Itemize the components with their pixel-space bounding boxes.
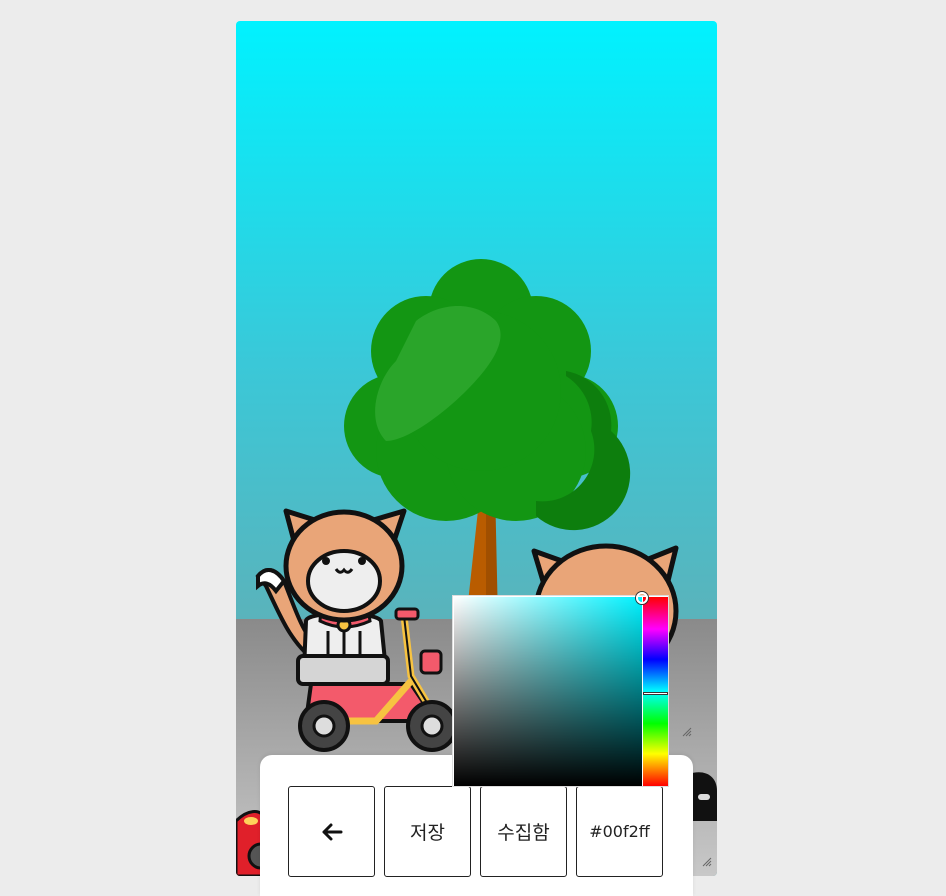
hue-slider-handle[interactable] xyxy=(643,692,668,695)
color-picker xyxy=(452,592,669,787)
color-selection-handle[interactable] xyxy=(636,592,648,604)
hue-slider[interactable] xyxy=(643,597,668,786)
saturation-value-area[interactable] xyxy=(454,597,642,786)
resize-handle-icon[interactable] xyxy=(682,727,692,737)
arrow-left-icon xyxy=(322,823,342,840)
color-button[interactable]: #00f2ff xyxy=(576,786,663,877)
collection-button[interactable]: 수집함 xyxy=(480,786,567,877)
back-button[interactable] xyxy=(288,786,375,877)
save-button[interactable]: 저장 xyxy=(384,786,471,877)
resize-handle-icon[interactable] xyxy=(702,857,712,867)
cat-on-scooter[interactable] xyxy=(255,508,458,752)
